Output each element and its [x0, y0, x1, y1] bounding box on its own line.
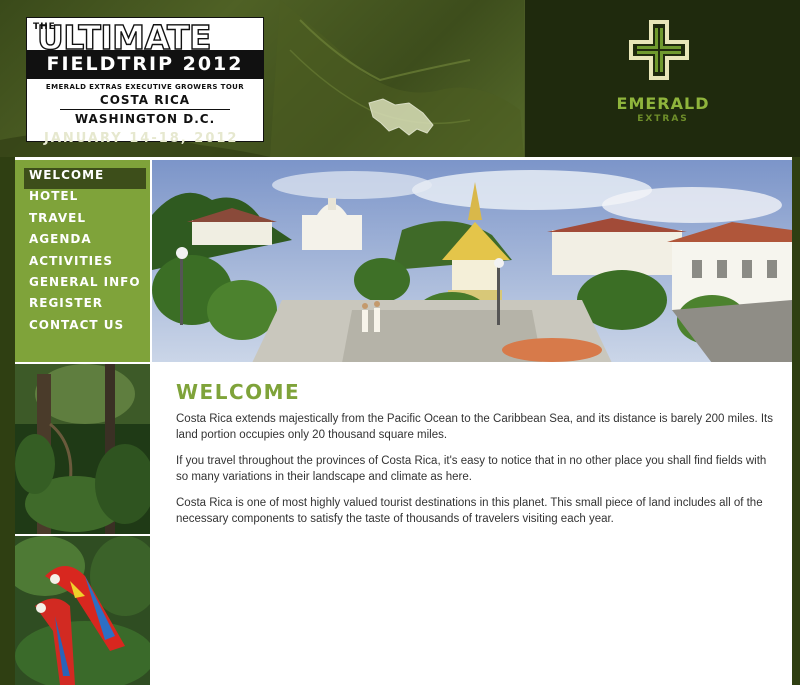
nav-item-contact-us[interactable]: CONTACT US	[15, 318, 150, 339]
nav-item-general-info[interactable]: GENERAL INFO	[15, 275, 150, 296]
costa-rica-map-icon	[368, 98, 434, 136]
tour-subtitle: EMERALD EXTRAS EXECUTIVE GROWERS TOUR	[45, 83, 245, 91]
nav-item-register[interactable]: REGISTER	[15, 296, 150, 317]
nav-item-agenda[interactable]: AGENDA	[15, 232, 150, 253]
nav-item-travel[interactable]: TRAVEL	[15, 211, 150, 232]
nav-item-activities[interactable]: ACTIVITIES	[15, 254, 150, 275]
title-top-panel: ULTIMATE THE FIELDTRIP 2012	[26, 17, 264, 79]
brand-subtitle: EXTRAS	[637, 114, 689, 124]
paragraph-tourism: Costa Rica is one of most highly valued …	[176, 497, 763, 525]
side-image-macaws	[15, 536, 150, 685]
event-dates: JANUARY 14-18, 2012	[44, 131, 239, 146]
header-banner: ULTIMATE THE FIELDTRIP 2012 EMERALD EXTR…	[0, 0, 800, 157]
page-title: WELCOME	[176, 380, 301, 404]
hero-image-town-plaza	[152, 160, 792, 363]
paragraph-intro: Costa Rica extends majestically from the…	[176, 413, 774, 441]
cross-logo-icon	[629, 20, 689, 80]
title-divider	[60, 109, 230, 110]
paragraph-provinces: If you travel throughout the provinces o…	[176, 455, 767, 483]
welcome-content: WELCOME Costa Rica extends majestically …	[152, 364, 792, 685]
main-nav: WELCOME HOTEL TRAVEL AGENDA ACTIVITIES G…	[15, 160, 150, 363]
event-title-block: ULTIMATE THE FIELDTRIP 2012 EMERALD EXTR…	[26, 17, 264, 142]
brand-name: EMERALD	[616, 94, 710, 113]
location-costa-rica: COSTA RICA	[99, 93, 191, 107]
brand-panel: EMERALD EXTRAS	[524, 0, 800, 157]
page-right-border	[792, 157, 800, 685]
side-image-rainforest	[15, 364, 150, 534]
title-the: THE	[33, 22, 56, 32]
nav-item-hotel[interactable]: HOTEL	[15, 189, 150, 210]
location-washington: WASHINGTON D.C.	[74, 112, 216, 126]
nav-item-welcome[interactable]: WELCOME	[24, 168, 146, 190]
side-image-divider	[15, 534, 150, 536]
page-left-border	[0, 157, 15, 685]
title-fieldtrip: FIELDTRIP 2012	[27, 50, 263, 78]
